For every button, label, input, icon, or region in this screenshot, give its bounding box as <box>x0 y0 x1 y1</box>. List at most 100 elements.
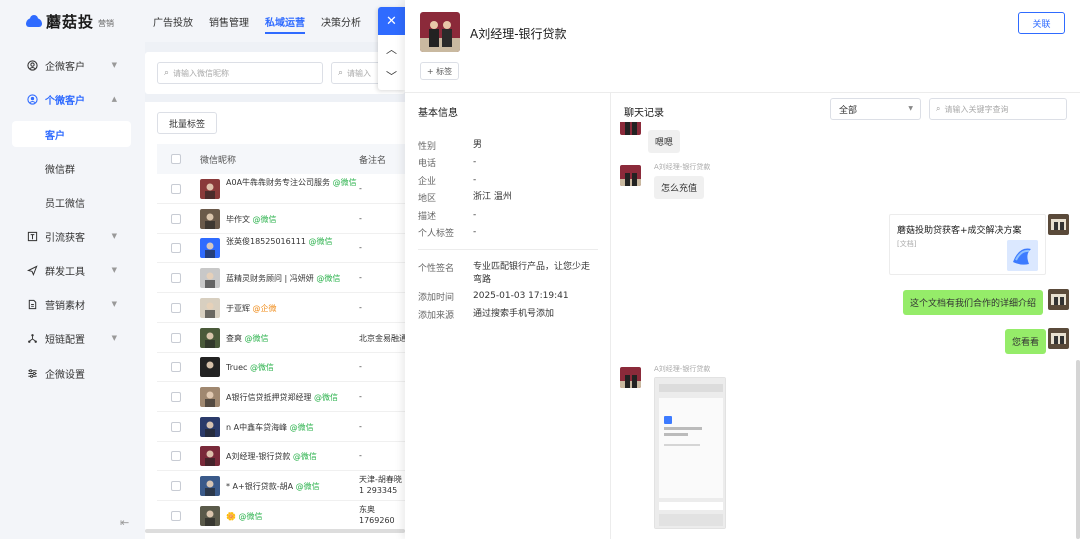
search-placeholder: 请输入 <box>347 68 372 78</box>
source-badge: @微信 <box>249 363 274 373</box>
associate-button[interactable]: 关联 <box>1018 12 1065 34</box>
table-row[interactable]: 张英俊18525016111 @微信 - <box>157 233 405 264</box>
info-value: - <box>473 157 477 168</box>
remark-cell: - <box>359 451 362 461</box>
sidebar-subitem-label: 微信群 <box>45 164 75 176</box>
customer-nickname[interactable]: A银行信贷抵押贷郑经理 @微信 <box>226 392 361 403</box>
row-checkbox[interactable] <box>171 421 181 432</box>
tab-private-domain[interactable]: 私域运营 <box>265 0 305 42</box>
add-tag-button[interactable]: + 标签 <box>420 62 459 80</box>
sidebar-subitem-wechat-groups[interactable]: 微信群 <box>12 155 131 181</box>
tab-sales[interactable]: 销售管理 <box>209 0 249 42</box>
chat-filter-select[interactable]: 全部 ▼ <box>830 98 921 120</box>
customer-nickname[interactable]: 张英俊18525016111 @微信 <box>226 236 361 247</box>
avatar <box>200 476 220 496</box>
chevron-down-icon: ▼ <box>111 61 117 69</box>
chat-message-list[interactable]: 嗯嗯 A刘经理-银行贷款 怎么充值 蘑菇投助贷获客+成交解决方案 [文档] 这个… <box>611 122 1080 539</box>
avatar <box>200 505 220 526</box>
row-checkbox[interactable] <box>171 481 181 491</box>
table-header: 微信昵称 备注名 <box>157 144 405 174</box>
column-header-nickname: 微信昵称 <box>200 155 237 166</box>
table-row[interactable]: * A+银行贷款-胡A @微信 天津-胡春晓1 293345 <box>157 471 405 501</box>
row-checkbox[interactable] <box>171 391 181 402</box>
document-icon <box>26 298 38 310</box>
table-row[interactable]: A银行信贷抵押贷郑经理 @微信 - <box>157 382 405 412</box>
table-row[interactable]: 蓝精灵财务顾问 | 冯妍妍 @微信 - <box>157 263 405 294</box>
sliders-icon <box>26 367 38 379</box>
tab-ads[interactable]: 广告投放 <box>153 0 193 42</box>
customer-nickname[interactable]: 蓝精灵财务顾问 | 冯妍妍 @微信 <box>226 273 361 284</box>
row-checkbox[interactable] <box>171 510 181 521</box>
customer-nickname[interactable]: Truec @微信 <box>226 362 361 373</box>
search-placeholder: 请输入微信昵称 <box>173 68 230 78</box>
document-title: 蘑菇投助贷获客+成交解决方案 <box>897 226 1022 236</box>
info-label: 描述 <box>418 211 437 222</box>
sidebar-subitem-label: 客户 <box>45 130 65 142</box>
keyword-search-input[interactable]: ⌕ 请输入关键字查询 <box>929 98 1067 120</box>
info-value: - <box>473 174 477 185</box>
customer-nickname[interactable]: 毕作文 @微信 <box>226 214 361 225</box>
table-row[interactable]: 于亚辉 @企微 - <box>157 293 405 323</box>
info-value: 2025-01-03 17:19:41 <box>473 291 569 301</box>
customer-nickname[interactable]: 🌼 @微信 <box>226 511 361 522</box>
customer-nickname[interactable]: 于亚辉 @企微 <box>226 303 361 314</box>
close-drawer-button[interactable]: ✕ <box>378 7 405 35</box>
row-checkbox[interactable] <box>171 243 181 254</box>
remark-cell: - <box>359 184 362 193</box>
source-badge: @企微 <box>252 303 277 313</box>
row-checkbox[interactable] <box>171 302 181 313</box>
customer-nickname[interactable]: A0A牛犇犇财务专注公司服务 @微信 <box>226 177 361 188</box>
remark-cell: - <box>359 213 362 223</box>
remark-cell: 东奥1769260 <box>359 504 395 525</box>
select-all-checkbox[interactable] <box>171 154 181 164</box>
tab-analytics[interactable]: 决策分析 <box>321 0 361 42</box>
nickname-text: A0A牛犇犇财务专注公司服务 <box>226 178 331 187</box>
table-row[interactable]: A刘经理-银行贷款 @微信 - <box>157 441 405 472</box>
nickname-text: 于亚辉 <box>226 303 250 313</box>
user-circle-icon <box>26 93 38 105</box>
brand-logo[interactable]: 蘑菇投 营销 <box>0 0 145 42</box>
table-row[interactable]: A0A牛犇犇财务专注公司服务 @微信 - <box>157 174 405 204</box>
sidebar-item-marketing-materials[interactable]: 营销素材 ▼ <box>0 291 145 317</box>
chevron-up-icon: ▲ <box>111 95 117 103</box>
row-checkbox[interactable] <box>171 332 181 343</box>
sidebar-item-wecom-customers[interactable]: 企微客户 ▼ <box>0 52 145 78</box>
avatar <box>200 357 220 378</box>
remark-cell: - <box>359 421 362 431</box>
row-checkbox[interactable] <box>171 273 181 284</box>
avatar <box>200 268 220 289</box>
horizontal-scrollbar[interactable] <box>145 529 405 533</box>
customer-nickname[interactable]: n A中鑫车贷海峰 @微信 <box>226 422 361 433</box>
customer-nickname[interactable]: * A+银行贷款-胡A @微信 <box>226 481 361 492</box>
document-message-card[interactable]: 蘑菇投助贷获客+成交解决方案 [文档] <box>889 214 1046 275</box>
table-row[interactable]: Truec @微信 - <box>157 352 405 383</box>
sidebar-item-shortlink-config[interactable]: 短链配置 ▼ <box>0 325 145 351</box>
sidebar-item-lead-acquisition[interactable]: 引流获客 ▼ <box>0 223 145 249</box>
nickname-search-input[interactable]: ⌕ 请输入微信昵称 <box>157 62 323 84</box>
table-row[interactable]: 🌼 @微信 东奥1769260 <box>157 501 405 531</box>
table-row[interactable]: 查爽 @微信 北京金易融通 <box>157 323 405 353</box>
batch-tag-button[interactable]: 批量标签 <box>157 112 217 134</box>
image-message[interactable] <box>654 377 726 529</box>
previous-record-button[interactable]: ︿ <box>378 35 405 62</box>
sidebar-subitem-customers[interactable]: 客户 <box>12 121 131 147</box>
table-row[interactable]: 毕作文 @微信 - <box>157 204 405 234</box>
collapse-sidebar-icon[interactable]: ⇤ <box>120 516 129 529</box>
next-record-button[interactable]: ﹀ <box>378 62 405 89</box>
chat-scrollbar[interactable] <box>1076 360 1080 539</box>
sidebar-item-broadcast-tools[interactable]: 群发工具 ▼ <box>0 257 145 283</box>
table-row[interactable]: n A中鑫车贷海峰 @微信 - <box>157 412 405 442</box>
customer-nickname[interactable]: 查爽 @微信 <box>226 333 361 344</box>
row-checkbox[interactable] <box>171 451 181 462</box>
customer-nickname[interactable]: A刘经理-银行贷款 @微信 <box>226 451 361 462</box>
sidebar-item-wecom-settings[interactable]: 企微设置 <box>0 360 145 386</box>
sidebar-item-personal-customers[interactable]: 个微客户 ▲ <box>0 86 145 112</box>
row-checkbox[interactable] <box>171 184 181 194</box>
chevron-down-icon: ▼ <box>111 300 117 308</box>
sidebar-subitem-staff-wechat[interactable]: 员工微信 <box>12 189 131 215</box>
row-checkbox[interactable] <box>171 213 181 224</box>
brand-name: 蘑菇投 <box>46 12 95 31</box>
chevron-down-icon: ▼ <box>908 105 913 112</box>
customer-avatar <box>420 12 460 52</box>
row-checkbox[interactable] <box>171 362 181 373</box>
